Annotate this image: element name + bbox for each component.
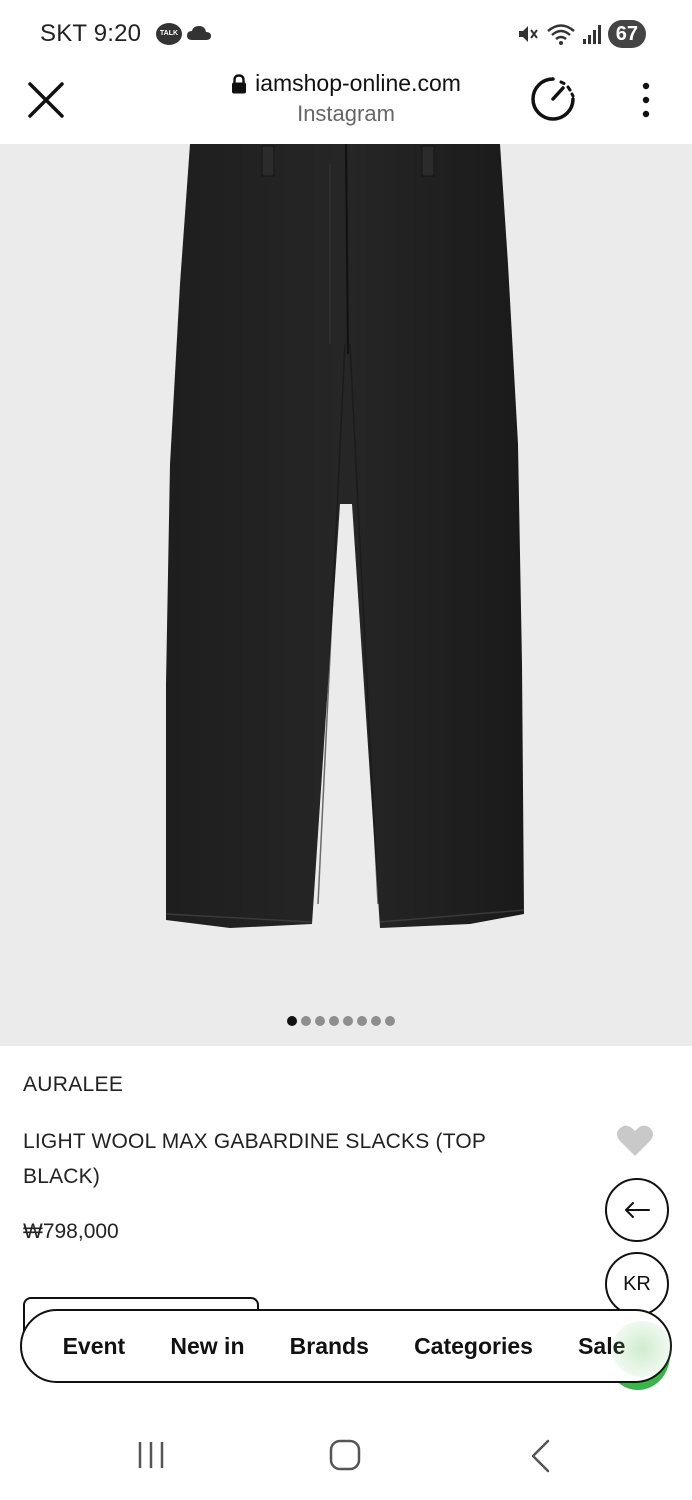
carousel-dot[interactable] bbox=[301, 1016, 311, 1026]
system-nav-bar bbox=[0, 1408, 692, 1500]
wifi-icon bbox=[546, 24, 575, 45]
carousel-dot[interactable] bbox=[329, 1016, 339, 1026]
nav-categories[interactable]: Categories bbox=[414, 1333, 533, 1360]
carousel-dot[interactable] bbox=[315, 1016, 325, 1026]
heart-icon[interactable] bbox=[616, 1124, 654, 1158]
mute-icon bbox=[518, 26, 538, 42]
signal-icon bbox=[582, 25, 601, 44]
status-bar: SKT 9:20 TALK 67 bbox=[0, 0, 692, 66]
nav-brands[interactable]: Brands bbox=[290, 1333, 369, 1360]
product-image-carousel[interactable] bbox=[0, 144, 692, 1046]
source-label: Instagram bbox=[297, 101, 395, 126]
battery-icon: 67 bbox=[607, 20, 646, 48]
browser-header: iamshop-online.com Instagram bbox=[0, 66, 692, 144]
carousel-dots[interactable] bbox=[287, 1016, 395, 1026]
url-block[interactable]: iamshop-online.com Instagram bbox=[180, 70, 512, 127]
nav-glow bbox=[612, 1321, 672, 1377]
home-icon[interactable] bbox=[328, 1438, 362, 1472]
speed-icon[interactable] bbox=[528, 74, 578, 124]
floating-nav: Event New in Brands Categories Sale bbox=[20, 1309, 672, 1383]
close-icon[interactable] bbox=[26, 80, 66, 120]
carousel-dot[interactable] bbox=[343, 1016, 353, 1026]
carousel-dot[interactable] bbox=[287, 1016, 297, 1026]
brand-name[interactable]: AURALEE bbox=[23, 1073, 123, 1097]
recents-icon[interactable] bbox=[134, 1440, 168, 1470]
cloud-icon bbox=[187, 26, 211, 40]
lock-icon bbox=[232, 73, 247, 93]
nav-event[interactable]: Event bbox=[63, 1333, 126, 1360]
talk-icon: TALK bbox=[156, 23, 182, 45]
back-icon[interactable] bbox=[526, 1438, 556, 1474]
more-vertical-icon[interactable] bbox=[630, 78, 662, 122]
status-icons: 67 bbox=[516, 20, 646, 48]
product-title: LIGHT WOOL MAX GABARDINE SLACKS (TOP BLA… bbox=[23, 1130, 486, 1188]
back-floating-button[interactable] bbox=[605, 1178, 669, 1242]
carrier-time: SKT 9:20 bbox=[40, 20, 142, 47]
product-photo bbox=[165, 144, 525, 928]
language-button[interactable]: KR bbox=[605, 1252, 669, 1316]
product-price: ₩798,000 bbox=[23, 1220, 119, 1243]
url-text: iamshop-online.com bbox=[255, 70, 461, 96]
carousel-dot[interactable] bbox=[385, 1016, 395, 1026]
carousel-dot[interactable] bbox=[357, 1016, 367, 1026]
carousel-dot[interactable] bbox=[371, 1016, 381, 1026]
arrow-left-icon bbox=[625, 1202, 650, 1218]
nav-new-in[interactable]: New in bbox=[170, 1333, 244, 1360]
